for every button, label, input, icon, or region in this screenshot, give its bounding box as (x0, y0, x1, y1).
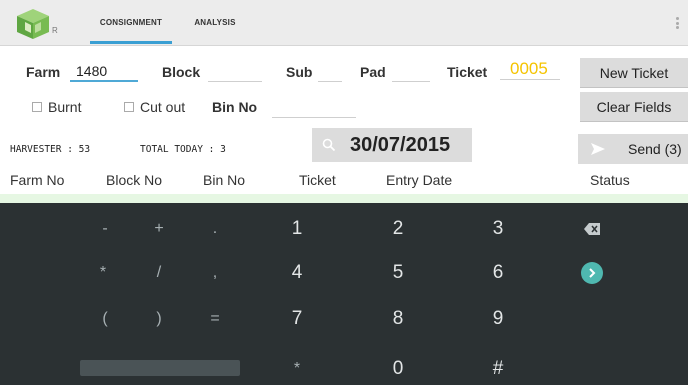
app-bar: R CONSIGNMENT ANALYSIS (0, 0, 688, 46)
sub-label: Sub (286, 64, 313, 80)
key-plus[interactable]: + (144, 217, 174, 241)
key-asterisk-sym[interactable]: * (88, 261, 118, 285)
harvester-info: HARVESTER : 53 (10, 144, 91, 155)
key-period[interactable]: . (200, 217, 230, 241)
col-header-bin-no: Bin No (203, 172, 246, 188)
new-ticket-button[interactable]: New Ticket (580, 58, 688, 88)
col-header-farm-no: Farm No (10, 172, 65, 188)
table-row[interactable] (0, 194, 688, 203)
key-equals[interactable]: = (200, 307, 230, 331)
key-close-paren[interactable]: ) (144, 307, 174, 331)
col-header-ticket: Ticket (299, 172, 336, 188)
sub-input[interactable] (318, 60, 342, 82)
ticket-label: Ticket (447, 64, 488, 80)
block-label: Block (162, 64, 201, 80)
farm-label: Farm (26, 64, 61, 80)
backspace-icon[interactable] (576, 217, 608, 241)
cutout-checkbox[interactable]: Cut out (124, 99, 185, 115)
key-slash[interactable]: / (144, 261, 174, 285)
key-minus[interactable]: - (90, 217, 120, 241)
key-7[interactable]: 7 (282, 307, 312, 331)
send-button[interactable]: Send (3) (578, 134, 688, 164)
key-6[interactable]: 6 (483, 261, 513, 285)
selected-date: 30/07/2015 (350, 133, 451, 156)
key-4[interactable]: 4 (282, 261, 312, 285)
key-3[interactable]: 3 (483, 217, 513, 241)
pad-label: Pad (360, 64, 386, 80)
key-0[interactable]: 0 (383, 357, 413, 381)
logo-letter: R (52, 26, 58, 35)
date-picker-button[interactable]: 30/07/2015 (312, 128, 472, 162)
space-key[interactable] (80, 360, 240, 376)
send-label: Send (3) (628, 141, 682, 157)
next-arrow-icon[interactable] (578, 261, 606, 285)
ticket-input[interactable]: 0005 (500, 58, 560, 80)
key-5[interactable]: 5 (383, 261, 413, 285)
col-header-status: Status (590, 172, 630, 188)
key-2[interactable]: 2 (383, 217, 413, 241)
numeric-keyboard: - + . 1 2 3 * / , 4 5 6 ( ) = 7 8 9 * 0 … (0, 203, 688, 385)
app-logo-icon[interactable] (14, 8, 52, 40)
binno-input[interactable] (272, 96, 356, 118)
key-8[interactable]: 8 (383, 307, 413, 331)
col-header-entry-date: Entry Date (386, 172, 453, 188)
clear-fields-button[interactable]: Clear Fields (580, 92, 688, 122)
farm-input[interactable]: 1480 (70, 60, 138, 82)
key-comma[interactable]: , (200, 261, 230, 285)
burnt-checkbox[interactable]: Burnt (32, 99, 81, 115)
col-header-block-no: Block No (106, 172, 163, 188)
key-open-paren[interactable]: ( (90, 307, 120, 331)
pad-input[interactable] (392, 60, 430, 82)
cutout-checkbox-box[interactable] (124, 102, 134, 112)
key-9[interactable]: 9 (483, 307, 513, 331)
tab-analysis[interactable]: ANALYSIS (185, 0, 245, 46)
binno-label: Bin No (212, 99, 258, 115)
burnt-label: Burnt (48, 99, 82, 115)
key-1[interactable]: 1 (282, 217, 312, 241)
key-hash[interactable]: # (483, 357, 513, 381)
search-icon (322, 138, 336, 152)
burnt-checkbox-box[interactable] (32, 102, 42, 112)
total-today-info: TOTAL TODAY : 3 (140, 144, 226, 155)
block-input[interactable] (208, 60, 262, 82)
tab-consignment[interactable]: CONSIGNMENT (90, 0, 172, 46)
cutout-label: Cut out (140, 99, 186, 115)
key-star[interactable]: * (282, 357, 312, 381)
overflow-menu-icon[interactable] (676, 17, 680, 31)
send-icon (591, 143, 605, 155)
